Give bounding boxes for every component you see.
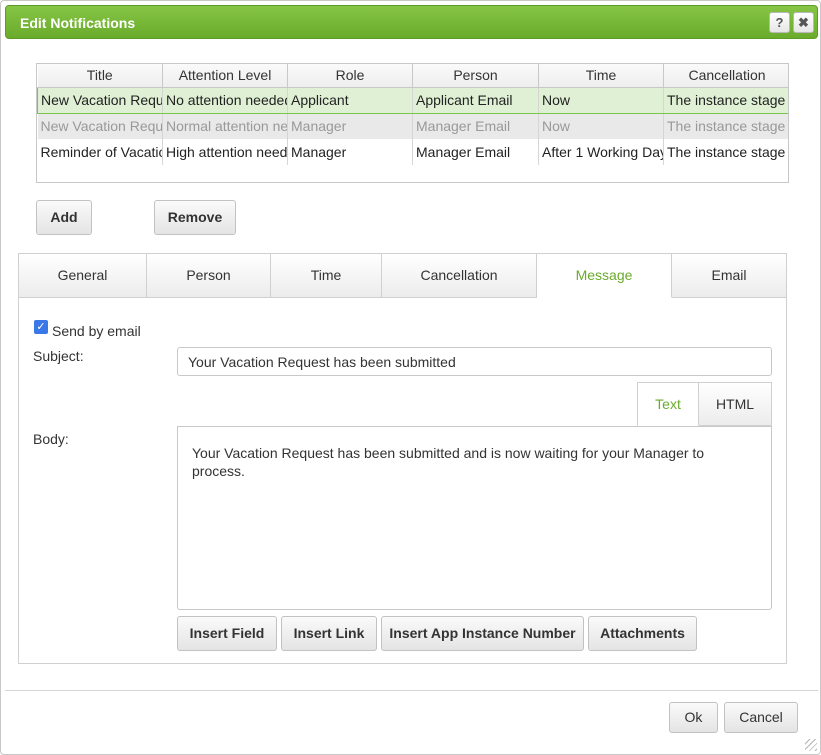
column-header-person[interactable]: Person (412, 64, 539, 88)
cell-person: Manager Email (412, 113, 539, 139)
table-row[interactable]: Reminder of Vacation High attention need… (37, 139, 788, 165)
close-icon[interactable]: ✖ (793, 12, 814, 33)
subject-input[interactable] (177, 347, 772, 376)
dialog-titlebar: Edit Notifications ? ✖ (5, 5, 818, 39)
tab-time[interactable]: Time (271, 254, 382, 298)
body-label: Body: (33, 431, 69, 447)
tab-email[interactable]: Email (672, 254, 786, 298)
send-by-email-checkbox[interactable]: ✓ (34, 320, 48, 334)
cell-person: Applicant Email (412, 86, 539, 114)
cell-role: Manager (287, 113, 413, 139)
cell-role: Applicant (287, 86, 413, 114)
insert-link-button[interactable]: Insert Link (281, 616, 377, 651)
column-header-role[interactable]: Role (287, 64, 413, 88)
insert-field-button[interactable]: Insert Field (177, 616, 277, 651)
cell-person: Manager Email (412, 139, 539, 165)
tab-person[interactable]: Person (147, 254, 271, 298)
cell-cancellation: The instance stage h (663, 113, 788, 139)
cell-time: Now (538, 113, 664, 139)
column-header-title[interactable]: Title (37, 64, 163, 88)
column-header-attention-level[interactable]: Attention Level (162, 64, 288, 88)
body-editor[interactable]: Your Vacation Request has been submitted… (177, 426, 772, 610)
grid-header-row: Title Attention Level Role Person Time C… (37, 64, 788, 88)
cell-title: New Vacation Reque (37, 113, 163, 139)
detail-tabs: General Person Time Cancellation Message… (19, 254, 786, 298)
column-header-time[interactable]: Time (538, 64, 664, 88)
table-row[interactable]: New Vacation Reque No attention needed A… (37, 86, 788, 114)
insert-app-instance-number-button[interactable]: Insert App Instance Number (381, 616, 584, 651)
cell-attention-level: No attention needed (162, 86, 288, 114)
table-row[interactable]: New Vacation Reque Normal attention nee … (37, 113, 788, 139)
edit-notifications-dialog: Edit Notifications ? ✖ Title Attention L… (0, 0, 821, 755)
tab-cancellation[interactable]: Cancellation (382, 254, 537, 298)
tab-general[interactable]: General (19, 254, 147, 298)
notifications-grid: Title Attention Level Role Person Time C… (36, 63, 789, 183)
send-by-email-label[interactable]: Send by email (52, 323, 141, 339)
column-header-cancellation[interactable]: Cancellation (663, 64, 788, 88)
subject-label: Subject: (33, 348, 84, 364)
body-tab-text[interactable]: Text (637, 382, 699, 426)
help-icon[interactable]: ? (769, 12, 790, 33)
footer-divider (5, 690, 818, 691)
cell-attention-level: Normal attention nee (162, 113, 288, 139)
body-text: Your Vacation Request has been submitted… (192, 445, 705, 479)
ok-button[interactable]: Ok (669, 702, 718, 733)
cell-time: Now (538, 86, 664, 114)
cell-cancellation: The instance stage h (663, 86, 788, 114)
cell-cancellation: The instance stage h (663, 139, 788, 165)
attachments-button[interactable]: Attachments (588, 616, 697, 651)
cancel-button[interactable]: Cancel (724, 702, 798, 733)
cell-role: Manager (287, 139, 413, 165)
cell-time: After 1 Working Days (538, 139, 664, 165)
tab-message[interactable]: Message (537, 254, 672, 298)
cell-title: Reminder of Vacation (37, 139, 163, 165)
body-tab-html[interactable]: HTML (698, 382, 772, 426)
cell-attention-level: High attention needed (162, 139, 288, 165)
remove-button[interactable]: Remove (154, 200, 236, 235)
add-button[interactable]: Add (36, 200, 92, 235)
resize-handle-icon[interactable] (805, 739, 817, 751)
notification-detail-panel: General Person Time Cancellation Message… (18, 253, 787, 664)
dialog-title: Edit Notifications (20, 15, 136, 31)
cell-title: New Vacation Reque (37, 86, 163, 114)
